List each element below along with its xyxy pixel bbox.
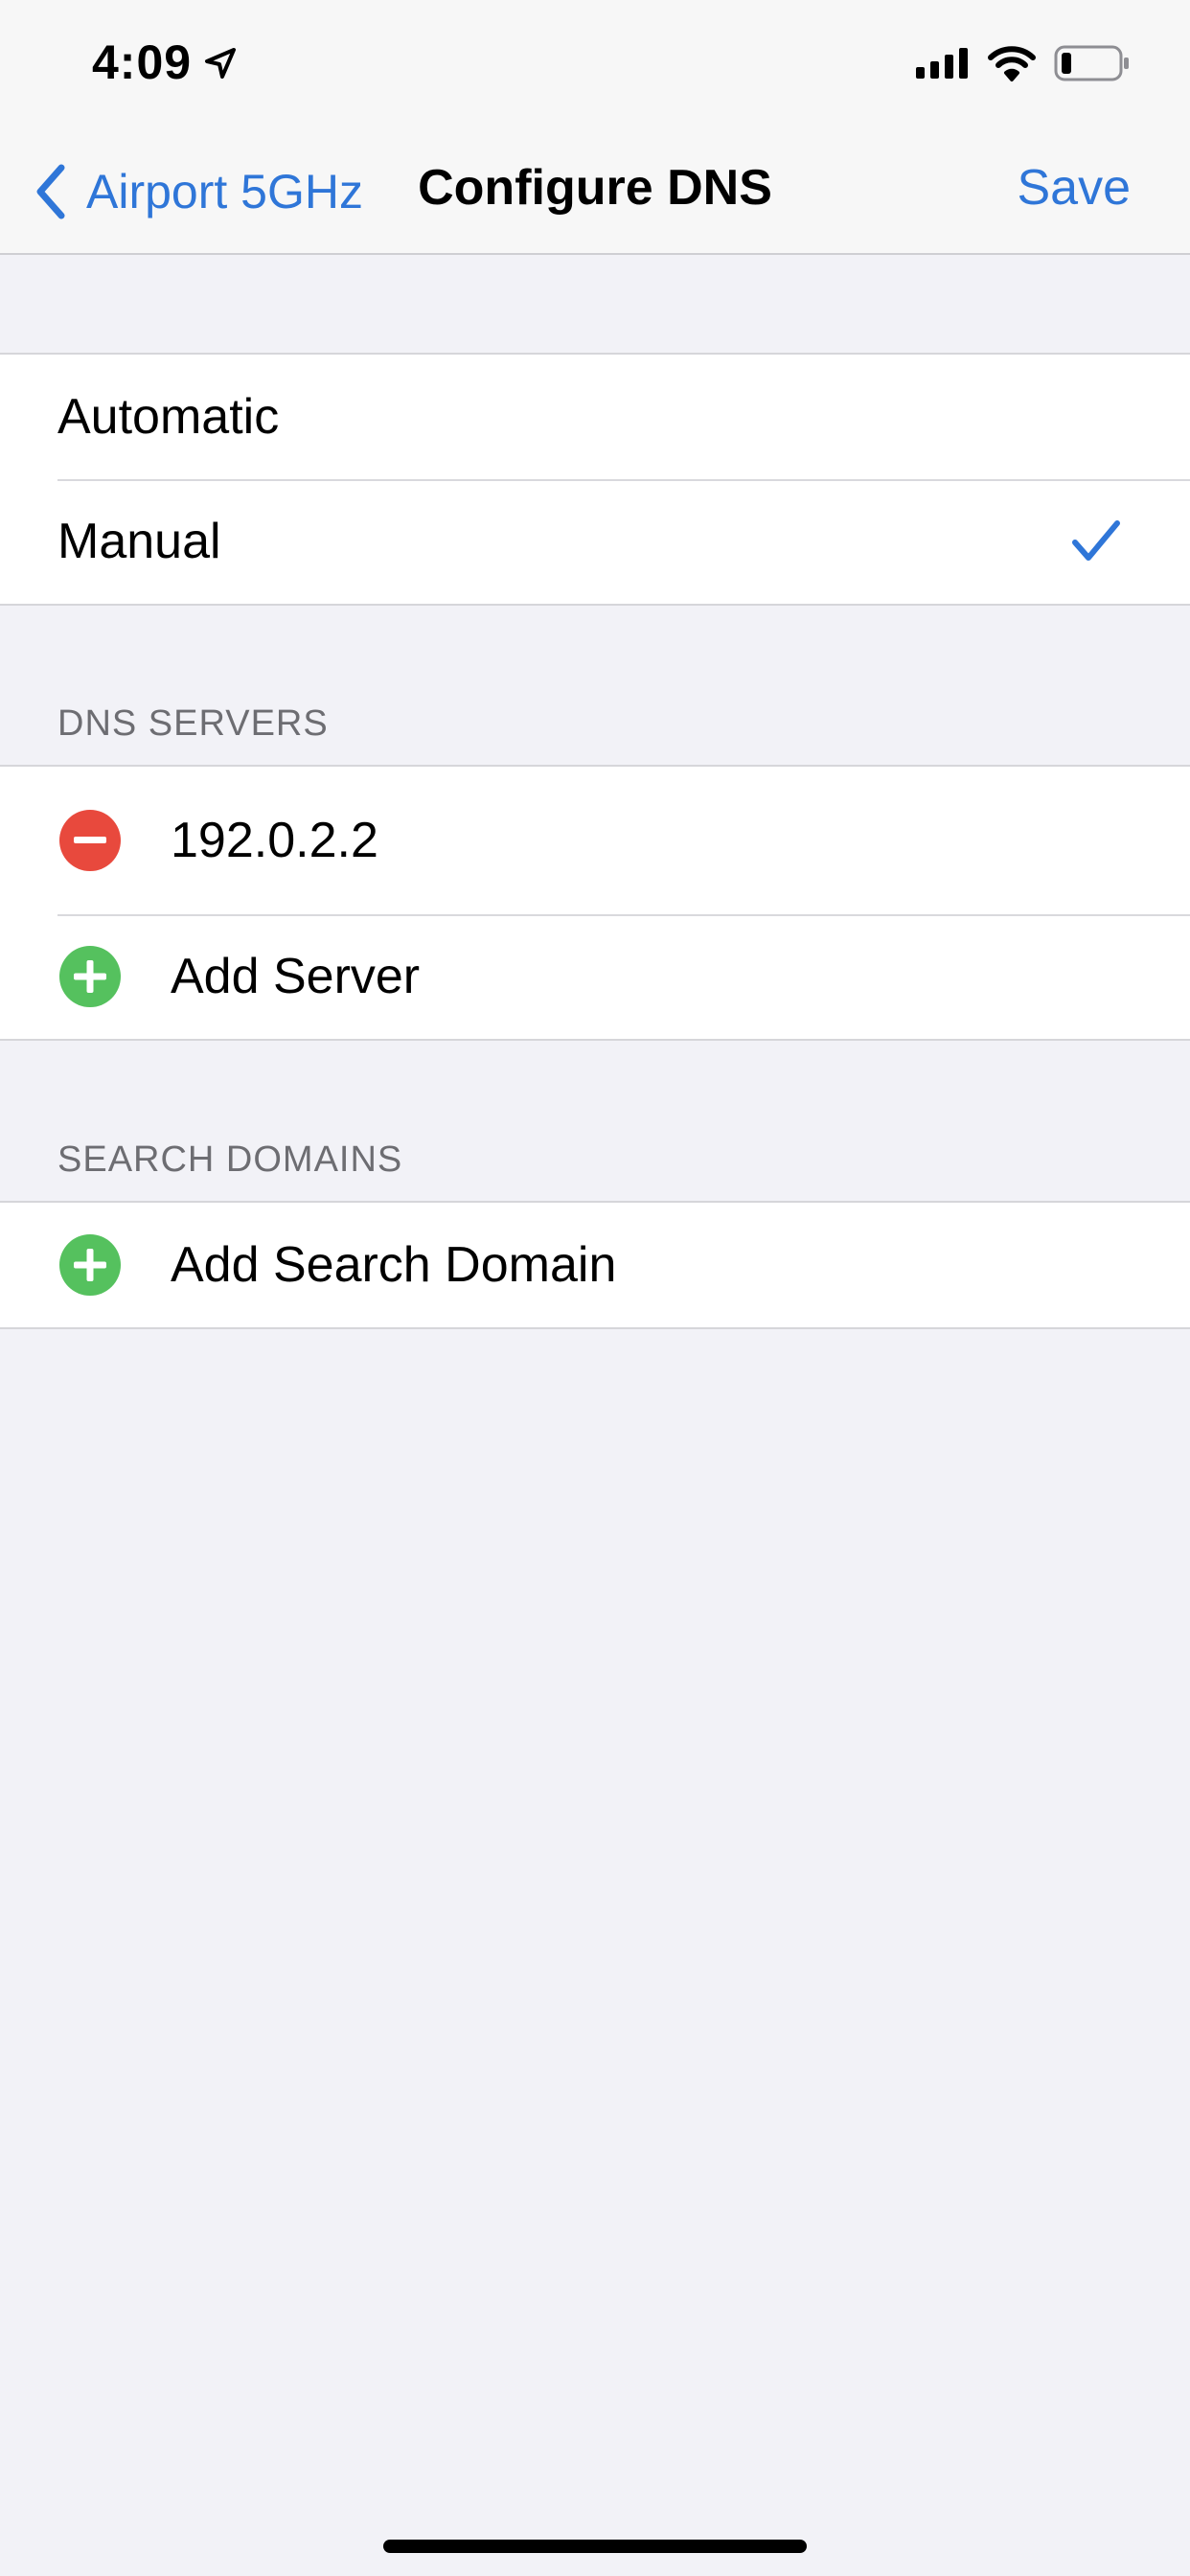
add-search-domain-label: Add Search Domain — [171, 1237, 617, 1293]
checkmark-icon — [1072, 520, 1120, 561]
battery-icon — [1054, 45, 1129, 81]
wifi-icon — [988, 46, 1036, 81]
status-bar: 4:09 — [0, 0, 1190, 128]
location-arrow-icon — [205, 48, 236, 79]
minus-icon — [74, 837, 106, 843]
dns-servers-header: DNS SERVERS — [57, 703, 329, 744]
search-domains-group: Add Search Domain — [0, 1201, 1190, 1329]
add-search-domain-row[interactable]: Add Search Domain — [0, 1203, 1190, 1327]
add-server-label: Add Server — [171, 949, 421, 1004]
dns-servers-group: 192.0.2.2 Add Server — [0, 765, 1190, 1041]
plus-icon — [74, 960, 106, 993]
navigation-bar: Airport 5GHz Configure DNS Save — [0, 128, 1190, 255]
add-server-row[interactable]: Add Server — [0, 914, 1190, 1039]
plus-icon — [74, 1249, 106, 1281]
dns-server-address[interactable]: 192.0.2.2 — [171, 812, 378, 869]
status-time: 4:09 — [92, 35, 193, 89]
cellular-signal-icon — [916, 48, 968, 79]
home-indicator[interactable] — [383, 2540, 807, 2553]
option-automatic[interactable]: Automatic — [0, 355, 1190, 479]
dns-mode-group: Automatic Manual — [0, 353, 1190, 606]
option-manual[interactable]: Manual — [0, 479, 1190, 604]
search-domains-header: SEARCH DOMAINS — [57, 1139, 403, 1180]
delete-server-button[interactable] — [59, 810, 121, 871]
save-button[interactable]: Save — [1017, 159, 1131, 217]
dns-server-row: 192.0.2.2 — [0, 767, 1190, 914]
page-title: Configure DNS — [418, 160, 772, 216]
option-manual-label: Manual — [57, 514, 221, 569]
add-server-button[interactable] — [59, 946, 121, 1007]
add-search-domain-button[interactable] — [59, 1234, 121, 1296]
option-automatic-label: Automatic — [57, 389, 280, 445]
